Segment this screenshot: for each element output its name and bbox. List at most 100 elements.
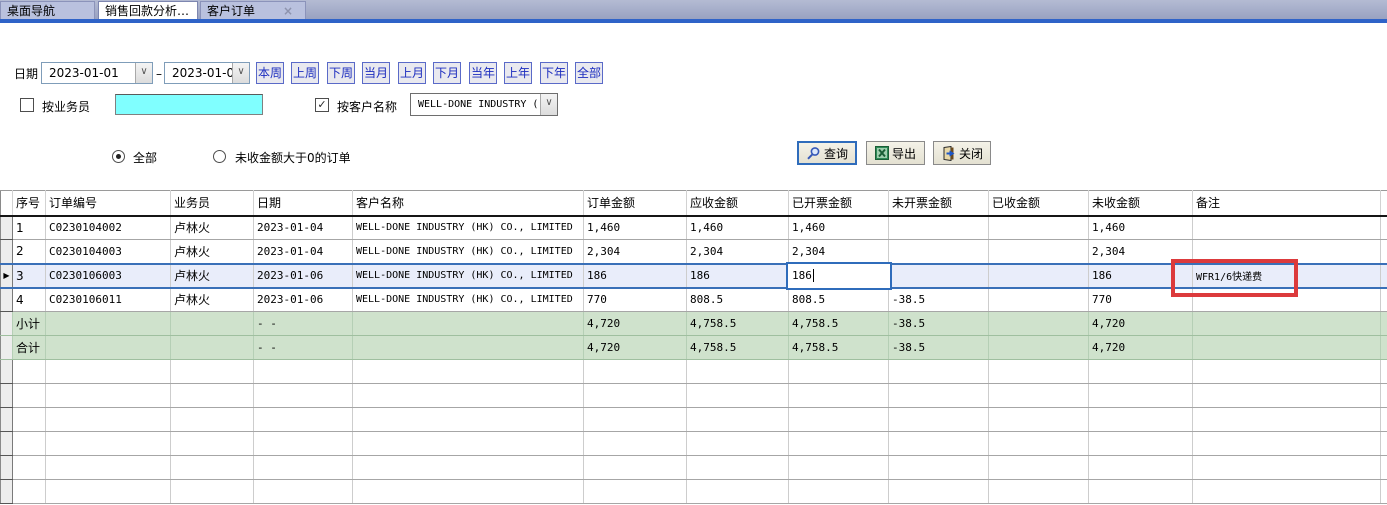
cell-receivable[interactable]: 808.5 [687, 288, 789, 312]
cell-date[interactable]: 2023-01-04 [254, 240, 353, 264]
total-invoiced: 4,758.5 [789, 336, 889, 360]
salesman-input[interactable] [115, 94, 263, 115]
date-to-picker[interactable]: 2023-01-06 ∨ [164, 62, 250, 84]
cell-uninvoiced[interactable] [889, 216, 989, 240]
col-header-uninvoiced[interactable]: 未开票金额 [889, 191, 989, 216]
invoiced-amount-edit-box[interactable]: 186 [786, 262, 892, 290]
cell-date[interactable]: 2023-01-06 [254, 288, 353, 312]
scope-all-radio[interactable] [112, 150, 125, 163]
customer-name-dropdown[interactable]: WELL-DONE INDUSTRY (HK ∨ [410, 93, 558, 116]
query-button[interactable]: 查询 [797, 141, 857, 165]
cell-order-no[interactable]: C0230104003 [46, 240, 171, 264]
row-selector[interactable] [1, 288, 13, 312]
cell-received[interactable] [989, 240, 1089, 264]
cell-unreceived[interactable]: 2,304 [1089, 240, 1193, 264]
cell-date[interactable]: 2023-01-04 [254, 216, 353, 240]
cell-invoiced-editing[interactable]: 186 [789, 264, 889, 288]
date-from-picker[interactable]: 2023-01-01 ∨ [41, 62, 153, 84]
cell-seq[interactable]: 2 [13, 240, 46, 264]
cell-unreceived[interactable]: 770 [1089, 288, 1193, 312]
cell-salesman[interactable]: 卢林火 [171, 288, 254, 312]
cell-remark[interactable] [1193, 240, 1381, 264]
quick-range-last-month[interactable]: 上月 [398, 62, 426, 84]
cell-unreceived[interactable]: 186 [1089, 264, 1193, 288]
cell-seq[interactable]: 3 [13, 264, 46, 288]
cell-remark-highlighted[interactable]: WFR1/6快递费 [1193, 264, 1381, 288]
cell-invoiced[interactable]: 808.5 [789, 288, 889, 312]
cell-order-amount[interactable]: 770 [584, 288, 687, 312]
scope-unpaid-label: 未收金额大于0的订单 [235, 150, 351, 166]
cell-salesman[interactable]: 卢林火 [171, 240, 254, 264]
cell-salesman[interactable]: 卢林火 [171, 264, 254, 288]
cell-order-no[interactable]: C0230106011 [46, 288, 171, 312]
cell-remark[interactable] [1193, 288, 1381, 312]
cell-invoiced[interactable]: 1,460 [789, 216, 889, 240]
quick-range-next-week[interactable]: 下周 [327, 62, 355, 84]
quick-range-last-week[interactable]: 上周 [291, 62, 319, 84]
col-header-received[interactable]: 已收金额 [989, 191, 1089, 216]
cell-uninvoiced[interactable] [889, 264, 989, 288]
quick-range-this-month[interactable]: 当月 [362, 62, 390, 84]
cell-seq[interactable]: 4 [13, 288, 46, 312]
cell-salesman[interactable]: 卢林火 [171, 216, 254, 240]
cell-order-no[interactable]: C0230106003 [46, 264, 171, 288]
col-header-invoiced[interactable]: 已开票金额 [789, 191, 889, 216]
cell-uninvoiced[interactable]: -38.5 [889, 288, 989, 312]
col-header-customer[interactable]: 客户名称 [353, 191, 584, 216]
tab-desktop-nav[interactable]: 桌面导航 [0, 1, 95, 19]
quick-range-this-year[interactable]: 当年 [469, 62, 497, 84]
col-header-receivable[interactable]: 应收金额 [687, 191, 789, 216]
cell-customer[interactable]: WELL-DONE INDUSTRY (HK) CO., LIMITED [353, 264, 584, 288]
tab-customer-orders[interactable]: 客户订单× [200, 1, 306, 19]
quick-range-this-week[interactable]: 本周 [256, 62, 284, 84]
cell-remark[interactable] [1193, 216, 1381, 240]
order-row-2[interactable]: 2 C0230104003 卢林火 2023-01-04 WELL-DONE I… [1, 240, 1387, 264]
order-row-4[interactable]: 4 C0230106011 卢林火 2023-01-06 WELL-DONE I… [1, 288, 1387, 312]
cell-receivable[interactable]: 2,304 [687, 240, 789, 264]
quick-range-all[interactable]: 全部 [575, 62, 603, 84]
current-row-indicator[interactable]: ▶ [1, 264, 13, 288]
cell-receivable[interactable]: 186 [687, 264, 789, 288]
cell-unreceived[interactable]: 1,460 [1089, 216, 1193, 240]
cell-order-amount[interactable]: 186 [584, 264, 687, 288]
cell-received[interactable] [989, 264, 1089, 288]
col-header-remark[interactable]: 备注 [1193, 191, 1381, 216]
by-salesman-checkbox[interactable] [20, 98, 34, 112]
cell-uninvoiced[interactable] [889, 240, 989, 264]
col-header-seq[interactable]: 序号 [13, 191, 46, 216]
tab-sales-collection-analysis[interactable]: 销售回款分析…× [98, 1, 198, 19]
cell-order-no[interactable]: C0230104002 [46, 216, 171, 240]
quick-range-next-month[interactable]: 下月 [433, 62, 461, 84]
chevron-down-icon[interactable]: ∨ [135, 63, 152, 83]
export-button[interactable]: 导出 [866, 141, 925, 165]
cell-customer[interactable]: WELL-DONE INDUSTRY (HK) CO., LIMITED [353, 288, 584, 312]
col-header-unreceived[interactable]: 未收金额 [1089, 191, 1193, 216]
order-row-1[interactable]: 1 C0230104002 卢林火 2023-01-04 WELL-DONE I… [1, 216, 1387, 240]
chevron-down-icon[interactable]: ∨ [540, 94, 557, 115]
col-header-order-amount[interactable]: 订单金额 [584, 191, 687, 216]
tab-close-icon[interactable]: × [283, 4, 293, 18]
cell-received[interactable] [989, 288, 1089, 312]
close-button[interactable]: 关闭 [933, 141, 991, 165]
col-header-salesman[interactable]: 业务员 [171, 191, 254, 216]
cell-customer[interactable]: WELL-DONE INDUSTRY (HK) CO., LIMITED [353, 240, 584, 264]
subtotal-label: 小计 [13, 312, 46, 336]
row-selector[interactable] [1, 240, 13, 264]
cell-date[interactable]: 2023-01-06 [254, 264, 353, 288]
col-header-order-no[interactable]: 订单编号 [46, 191, 171, 216]
cell-received[interactable] [989, 216, 1089, 240]
cell-receivable[interactable]: 1,460 [687, 216, 789, 240]
by-customer-checkbox[interactable]: ✓ [315, 98, 329, 112]
cell-order-amount[interactable]: 2,304 [584, 240, 687, 264]
cell-order-amount[interactable]: 1,460 [584, 216, 687, 240]
cell-invoiced[interactable]: 2,304 [789, 240, 889, 264]
cell-seq[interactable]: 1 [13, 216, 46, 240]
cell-customer[interactable]: WELL-DONE INDUSTRY (HK) CO., LIMITED [353, 216, 584, 240]
col-header-date[interactable]: 日期 [254, 191, 353, 216]
order-row-3-selected[interactable]: ▶ 3 C0230106003 卢林火 2023-01-06 WELL-DONE… [1, 264, 1387, 288]
quick-range-last-year[interactable]: 上年 [504, 62, 532, 84]
quick-range-next-year[interactable]: 下年 [540, 62, 568, 84]
scope-unpaid-radio[interactable] [213, 150, 226, 163]
chevron-down-icon[interactable]: ∨ [232, 63, 249, 83]
row-selector[interactable] [1, 216, 13, 240]
